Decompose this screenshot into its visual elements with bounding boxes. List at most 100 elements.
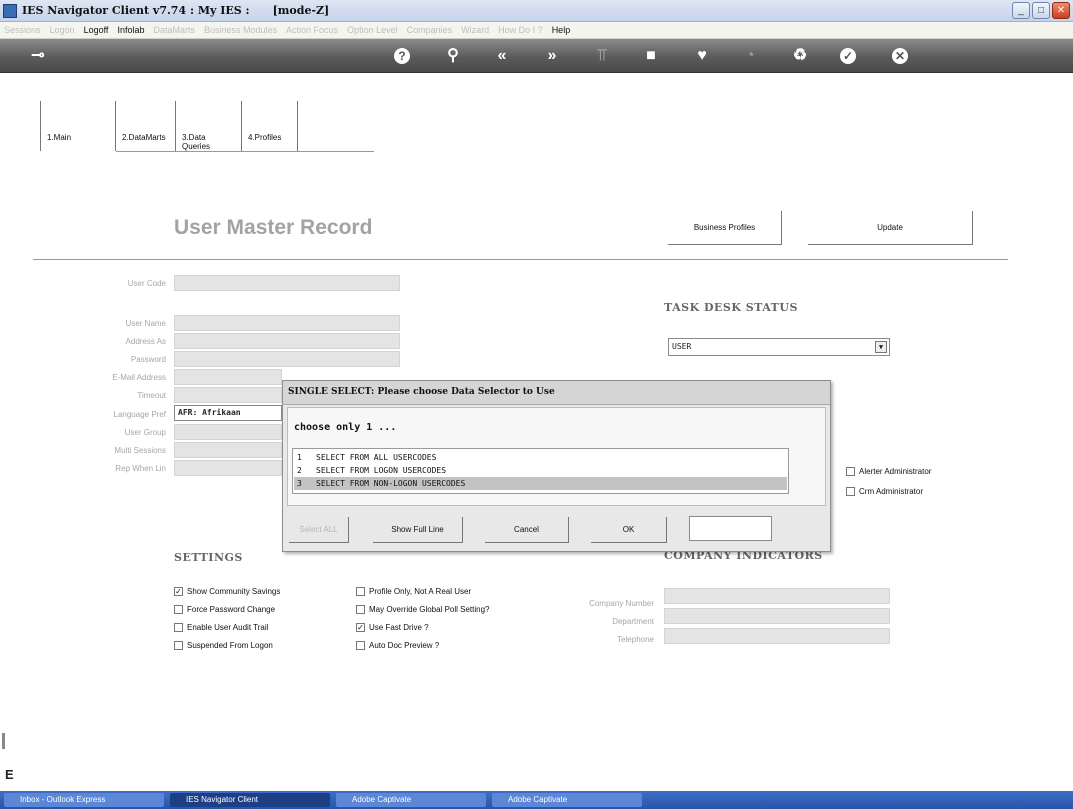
key-icon[interactable]: ⊸ <box>28 46 48 66</box>
setting-may-override-poll[interactable]: May Override Global Poll Setting? <box>356 605 490 614</box>
taskbar-item[interactable]: Adobe Captivate <box>492 793 642 807</box>
status-letter: E <box>5 767 14 782</box>
tree-icon[interactable]: ⫪ <box>592 46 612 66</box>
restore-button[interactable]: □ <box>1032 2 1050 19</box>
tab-datamarts[interactable]: 2.DataMarts <box>116 101 176 151</box>
help-icon[interactable]: ? <box>394 48 410 64</box>
address-as-field[interactable] <box>174 333 400 349</box>
rep-when-lin-field[interactable] <box>174 460 282 476</box>
multi-sessions-field[interactable] <box>174 442 282 458</box>
checkbox-icon[interactable] <box>356 605 365 614</box>
telephone-field[interactable] <box>664 628 890 644</box>
setting-profile-only[interactable]: Profile Only, Not A Real User <box>356 587 471 596</box>
multi-sessions-label: Multi Sessions <box>114 446 166 455</box>
password-field[interactable] <box>174 351 400 367</box>
close-button[interactable]: ✕ <box>1052 2 1070 19</box>
minimize-button[interactable]: _ <box>1012 2 1030 19</box>
language-pref-field[interactable]: AFR: Afrikaan <box>174 405 282 421</box>
dialog-body: choose only 1 ... 1 SELECT FROM ALL USERC… <box>287 407 826 506</box>
user-group-field[interactable] <box>174 424 282 440</box>
title-bar: IES Navigator Client v7.74 : My IES : [m… <box>0 0 1073 22</box>
stop-icon[interactable]: ■ <box>641 46 661 66</box>
task-desk-heading: TASK DESK STATUS <box>664 301 798 314</box>
option-label: SELECT FROM ALL USERCODES <box>316 453 437 462</box>
task-desk-value: USER <box>672 342 692 351</box>
password-label: Password <box>130 355 166 364</box>
email-field[interactable] <box>174 369 282 385</box>
checkbox-icon[interactable] <box>356 641 365 650</box>
dialog-prompt: choose only 1 ... <box>294 422 397 433</box>
menu-help[interactable]: Help <box>552 25 571 35</box>
alerter-admin-checkbox[interactable]: Alerter Administrator <box>846 467 931 476</box>
checkbox-checked-icon[interactable]: ✓ <box>356 623 365 632</box>
list-item[interactable]: 1 SELECT FROM ALL USERCODES <box>294 451 787 464</box>
user-code-field[interactable] <box>174 275 400 291</box>
header-divider <box>33 259 1008 260</box>
back-icon[interactable]: « <box>492 46 512 66</box>
ok-button[interactable]: OK <box>591 517 667 543</box>
checkbox-icon[interactable] <box>174 623 183 632</box>
setting-suspended-from-logon[interactable]: Suspended From Logon <box>174 641 273 650</box>
checkbox-icon[interactable] <box>846 487 855 496</box>
taskbar-item[interactable]: Adobe Captivate <box>336 793 486 807</box>
tab-profiles[interactable]: 4.Profiles <box>242 101 298 151</box>
checkbox-icon[interactable] <box>846 467 855 476</box>
show-full-line-button[interactable]: Show Full Line <box>373 517 463 543</box>
company-number-field[interactable] <box>664 588 890 604</box>
setting-enable-user-audit-trail[interactable]: Enable User Audit Trail <box>174 623 268 632</box>
timeout-field[interactable] <box>174 387 282 403</box>
business-profiles-button[interactable]: Business Profiles <box>668 211 782 245</box>
taskbar-item-active[interactable]: IES Navigator Client <box>170 793 330 807</box>
heart-icon[interactable]: ♥ <box>692 46 712 66</box>
setting-show-community-savings[interactable]: ✓ Show Community Savings <box>174 587 280 596</box>
taskbar-item[interactable]: Inbox - Outlook Express <box>4 793 164 807</box>
crm-admin-label: Crm Administrator <box>859 487 924 496</box>
menu-how-do-i[interactable]: How Do I ? <box>498 25 543 35</box>
setting-label: Profile Only, Not A Real User <box>369 587 472 596</box>
check-icon[interactable]: ✓ <box>840 48 856 64</box>
tab-data-queries[interactable]: 3.Data Queries <box>176 101 242 151</box>
cancel-button[interactable]: Cancel <box>485 517 569 543</box>
settings-heading: SETTINGS <box>174 551 243 564</box>
crm-admin-checkbox[interactable]: Crm Administrator <box>846 487 923 496</box>
exit-icon[interactable]: ✕ <box>892 48 908 64</box>
setting-force-password-change[interactable]: Force Password Change <box>174 605 275 614</box>
list-item[interactable]: 2 SELECT FROM LOGON USERCODES <box>294 464 787 477</box>
list-item-selected[interactable]: 3 SELECT FROM NON-LOGON USERCODES <box>294 477 787 490</box>
menu-datamarts[interactable]: DataMarts <box>153 25 195 35</box>
clock-icon[interactable]: ◔ <box>740 46 760 66</box>
chevron-down-icon[interactable]: ▼ <box>875 341 887 353</box>
tab-main[interactable]: 1.Main <box>40 101 116 151</box>
menu-wizard[interactable]: Wizard <box>461 25 489 35</box>
setting-auto-doc-preview[interactable]: Auto Doc Preview ? <box>356 641 439 650</box>
dialog-input-field[interactable] <box>689 516 772 541</box>
menu-companies[interactable]: Companies <box>407 25 453 35</box>
recycle-icon[interactable]: ♻ <box>790 46 810 66</box>
checkbox-icon[interactable] <box>174 605 183 614</box>
checkbox-icon[interactable] <box>356 587 365 596</box>
department-label: Department <box>612 617 654 626</box>
menu-infolab[interactable]: Infolab <box>117 25 144 35</box>
setting-use-fast-drive[interactable]: ✓ Use Fast Drive ? <box>356 623 429 632</box>
department-field[interactable] <box>664 608 890 624</box>
checkbox-checked-icon[interactable]: ✓ <box>174 587 183 596</box>
menu-logoff[interactable]: Logoff <box>84 25 109 35</box>
option-label: SELECT FROM NON-LOGON USERCODES <box>316 479 466 488</box>
select-all-button[interactable]: Select ALL <box>289 517 349 543</box>
window-controls: _ □ ✕ <box>1012 2 1070 19</box>
search-icon[interactable]: ⚲ <box>443 46 463 66</box>
menu-business-modules[interactable]: Business Modules <box>204 25 277 35</box>
forward-icon[interactable]: » <box>542 46 562 66</box>
menu-action-focus[interactable]: Action Focus <box>286 25 338 35</box>
update-button[interactable]: Update <box>808 211 973 245</box>
user-name-field[interactable] <box>174 315 400 331</box>
menu-sessions[interactable]: Sessions <box>4 25 41 35</box>
task-desk-select[interactable]: USER ▼ <box>668 338 890 356</box>
setting-label: Force Password Change <box>187 605 276 614</box>
toolbar: ⊸ ? ⚲ « » ⫪ ■ ♥ ◔ ♻ ✓ ✕ <box>0 39 1073 73</box>
tab-underline <box>116 151 374 152</box>
menu-option-level[interactable]: Option Level <box>347 25 398 35</box>
checkbox-icon[interactable] <box>174 641 183 650</box>
menu-logon[interactable]: Logon <box>50 25 75 35</box>
company-number-label: Company Number <box>589 599 654 608</box>
